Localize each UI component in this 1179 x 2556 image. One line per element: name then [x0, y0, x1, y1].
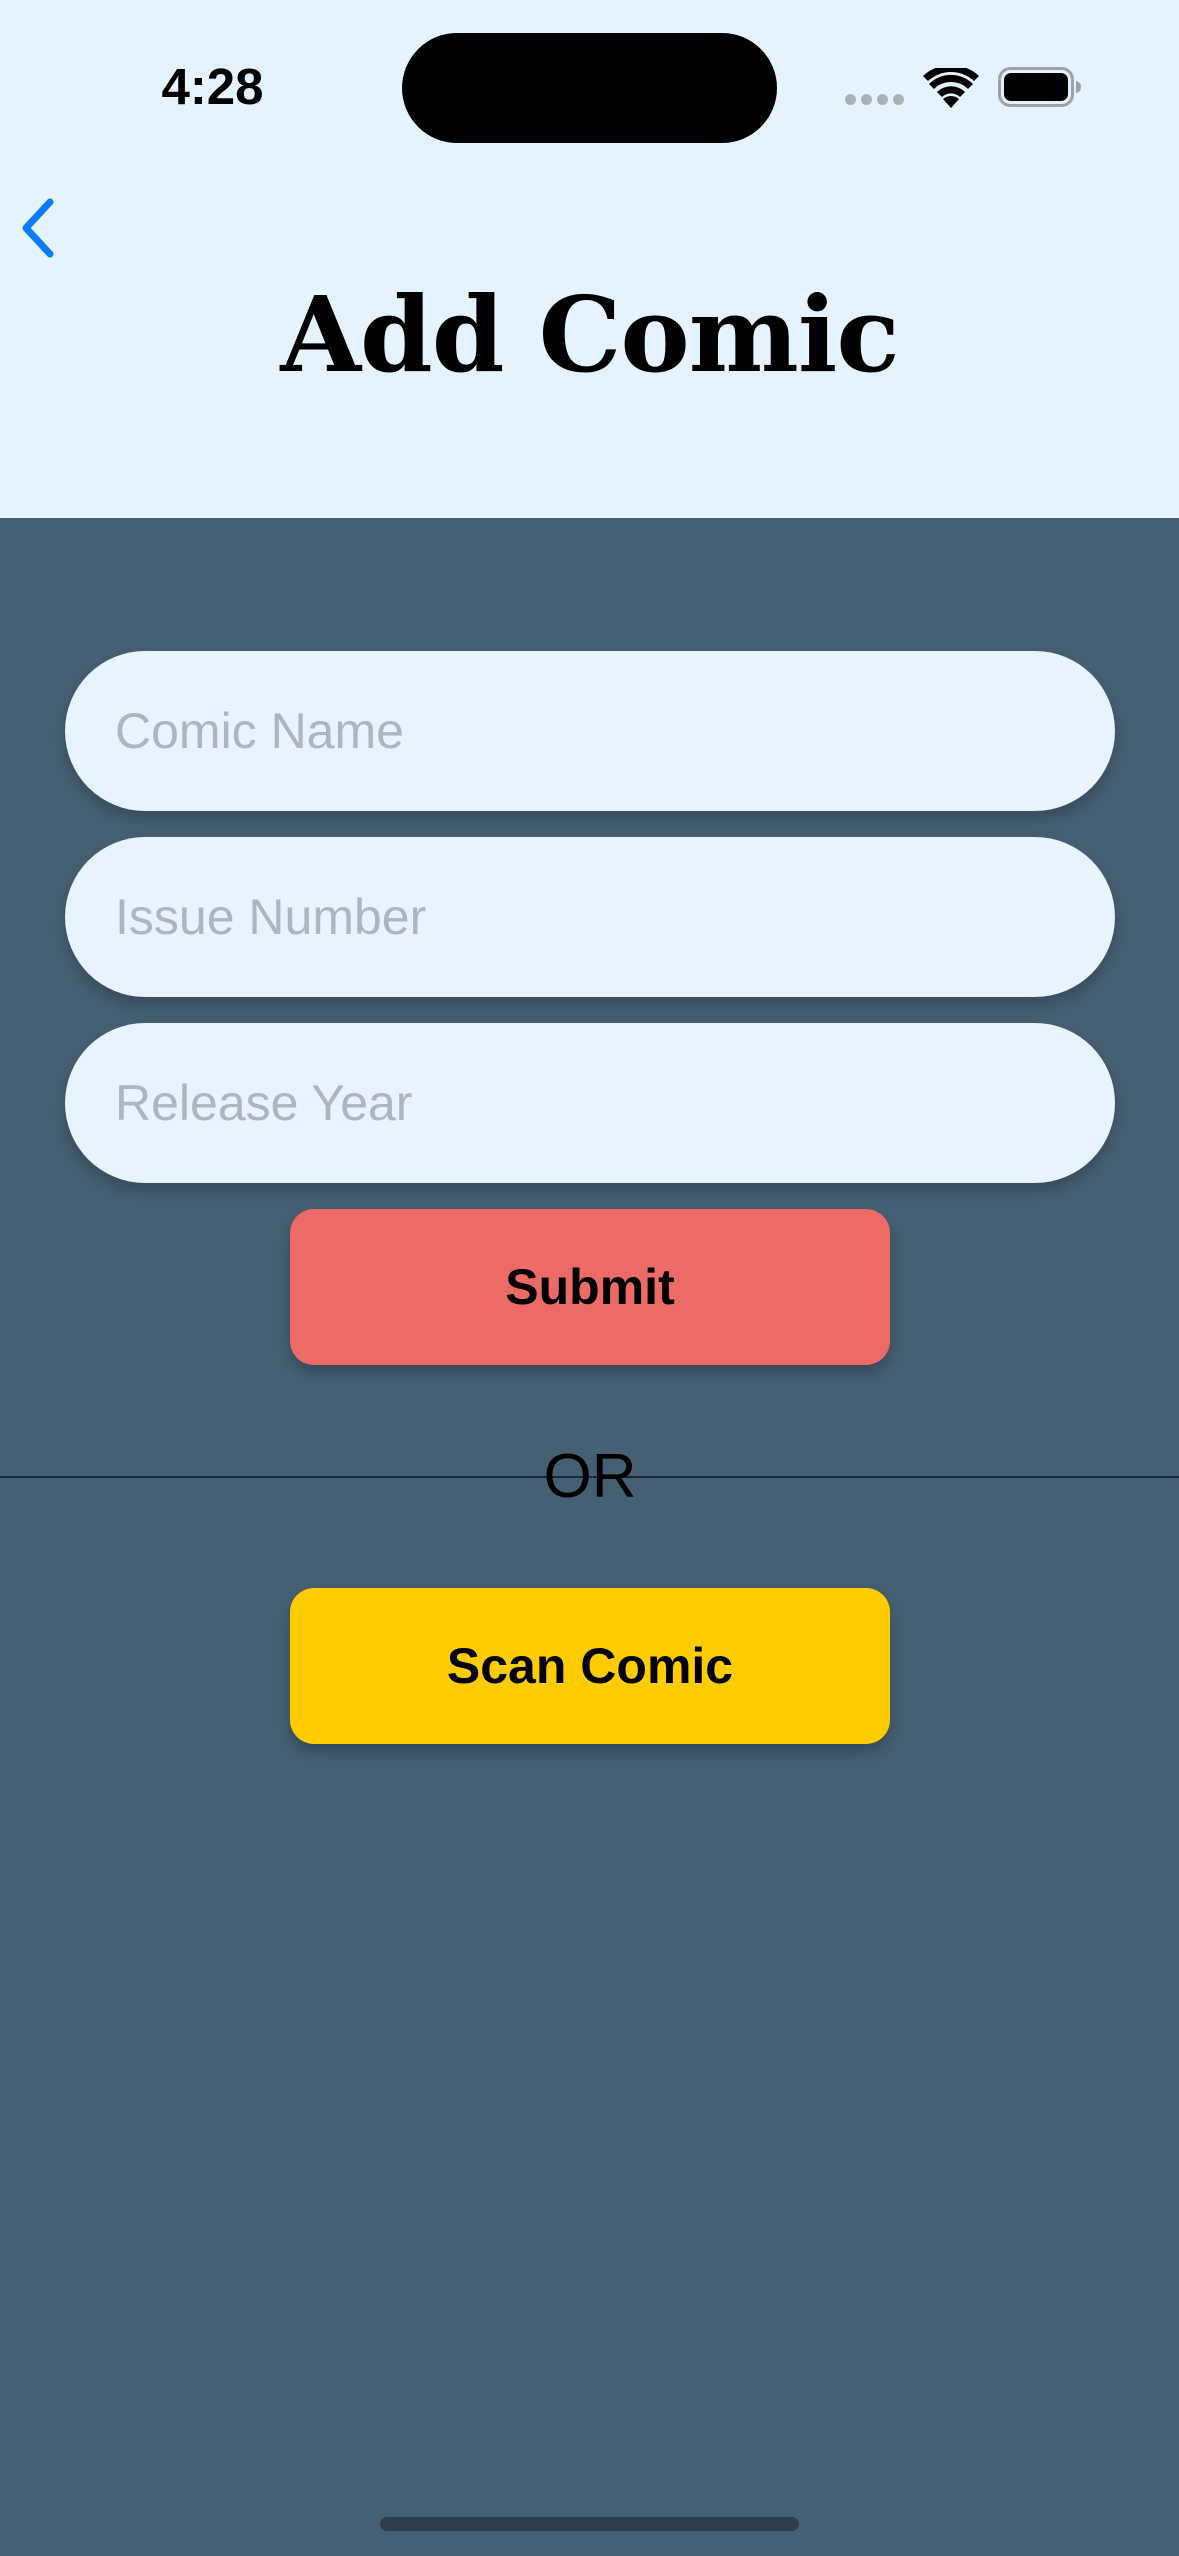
scan-comic-button[interactable]: Scan Comic — [290, 1588, 890, 1744]
comic-name-field[interactable] — [65, 651, 1115, 811]
dynamic-island — [402, 33, 777, 143]
status-time: 4:28 — [161, 58, 264, 115]
submit-button[interactable]: Submit — [290, 1209, 890, 1365]
release-year-input[interactable] — [113, 1073, 1067, 1133]
scan-comic-button-label: Scan Comic — [446, 1638, 734, 1694]
cellular-signal-icon — [845, 94, 905, 106]
page-title: Add Comic — [280, 273, 899, 396]
wifi-icon — [923, 68, 979, 108]
battery-icon — [998, 67, 1081, 107]
home-indicator[interactable] — [380, 2517, 799, 2531]
back-button[interactable] — [16, 188, 86, 268]
comic-name-input[interactable] — [113, 701, 1067, 761]
release-year-field[interactable] — [65, 1023, 1115, 1183]
chevron-left-icon — [22, 198, 54, 258]
issue-number-input[interactable] — [113, 887, 1067, 947]
or-separator-label: OR — [543, 1442, 637, 1511]
issue-number-field[interactable] — [65, 837, 1115, 997]
submit-button-label: Submit — [505, 1259, 675, 1315]
